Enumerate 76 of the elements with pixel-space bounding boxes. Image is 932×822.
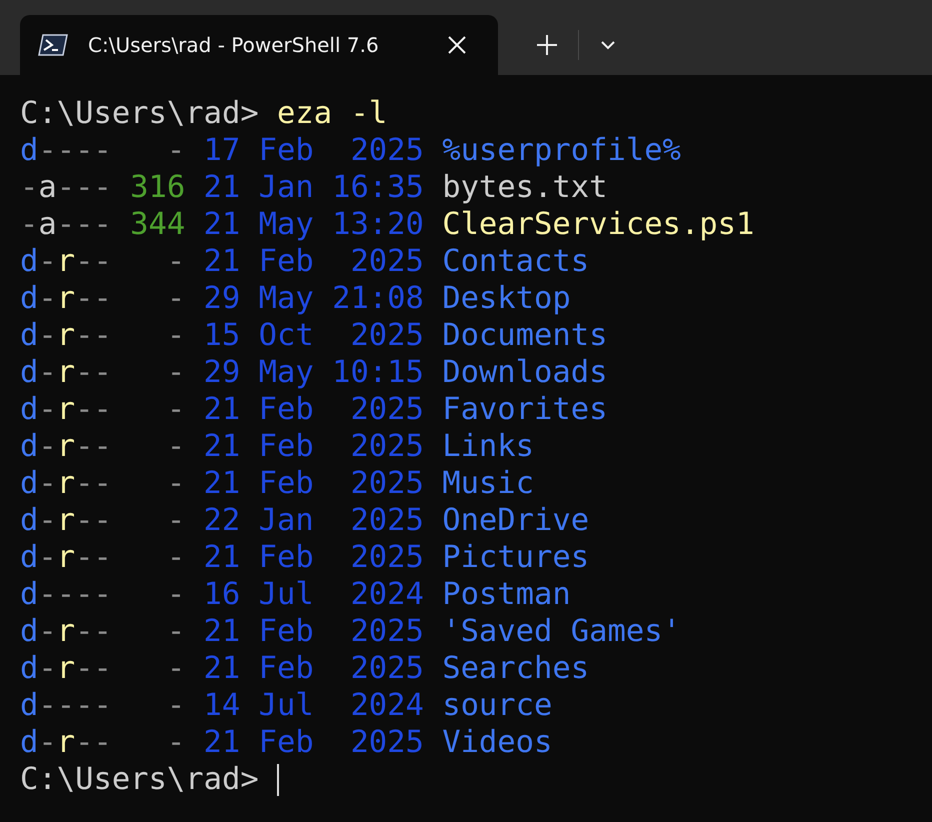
size-text: - bbox=[166, 502, 186, 539]
size-text: - bbox=[166, 317, 186, 354]
file-name: 'Saved Games' bbox=[442, 613, 681, 650]
size-text: - bbox=[166, 391, 186, 428]
file-name: OneDrive bbox=[442, 502, 590, 539]
date-text: 21 Feb 2025 bbox=[204, 243, 424, 280]
size-text: - bbox=[166, 280, 186, 317]
date-text: 21 Feb 2025 bbox=[204, 613, 424, 650]
permissions-text: d-r-- bbox=[20, 391, 112, 428]
permissions-text: d-r-- bbox=[20, 613, 112, 650]
size-text: - bbox=[166, 576, 186, 613]
permissions-text: -a--- bbox=[20, 169, 112, 206]
permissions-text: -a--- bbox=[20, 206, 112, 243]
permissions-text: d-r-- bbox=[20, 243, 112, 280]
size-text: - bbox=[166, 354, 186, 391]
permissions-text: d---- bbox=[20, 132, 112, 169]
date-text: 16 Jul 2024 bbox=[204, 576, 424, 613]
size-text: - bbox=[166, 539, 186, 576]
date-text: 21 Feb 2025 bbox=[204, 391, 424, 428]
prompt-text: C:\Users\rad> bbox=[20, 761, 259, 798]
file-name: Documents bbox=[442, 317, 608, 354]
permissions-text: d-r-- bbox=[20, 354, 112, 391]
size-text: - bbox=[166, 724, 186, 761]
date-text: 29 May 10:15 bbox=[204, 354, 424, 391]
size-text: 316 bbox=[130, 169, 186, 206]
date-text: 21 Feb 2025 bbox=[204, 650, 424, 687]
text-cursor bbox=[277, 764, 280, 796]
permissions-text: d---- bbox=[20, 687, 112, 724]
powershell-icon bbox=[38, 34, 68, 56]
size-text: - bbox=[166, 243, 186, 280]
permissions-text: d-r-- bbox=[20, 650, 112, 687]
permissions-text: d-r-- bbox=[20, 317, 112, 354]
plus-icon bbox=[536, 34, 558, 56]
permissions-text: d---- bbox=[20, 576, 112, 613]
close-icon[interactable] bbox=[446, 34, 468, 56]
file-name: Contacts bbox=[442, 243, 590, 280]
file-name: Postman bbox=[442, 576, 571, 613]
size-text: - bbox=[166, 650, 186, 687]
file-name: Searches bbox=[442, 650, 590, 687]
prompt-text: C:\Users\rad> bbox=[20, 95, 259, 132]
size-text: - bbox=[166, 132, 186, 169]
file-name: bytes.txt bbox=[442, 169, 608, 206]
file-name: Favorites bbox=[442, 391, 608, 428]
permissions-text: d-r-- bbox=[20, 428, 112, 465]
permissions-text: d-r-- bbox=[20, 502, 112, 539]
file-name: %userprofile% bbox=[442, 132, 681, 169]
date-text: 21 Feb 2025 bbox=[204, 465, 424, 502]
file-name: Desktop bbox=[442, 280, 571, 317]
date-text: 21 Feb 2025 bbox=[204, 724, 424, 761]
date-text: 21 Jan 16:35 bbox=[204, 169, 424, 206]
file-name: ClearServices.ps1 bbox=[442, 206, 754, 243]
file-name: Links bbox=[442, 428, 534, 465]
date-text: 22 Jan 2025 bbox=[204, 502, 424, 539]
date-text: 29 May 21:08 bbox=[204, 280, 424, 317]
file-name: Music bbox=[442, 465, 534, 502]
permissions-text: d-r-- bbox=[20, 465, 112, 502]
date-text: 21 Feb 2025 bbox=[204, 428, 424, 465]
size-text: - bbox=[166, 428, 186, 465]
permissions-text: d-r-- bbox=[20, 539, 112, 576]
date-text: 17 Feb 2025 bbox=[204, 132, 424, 169]
size-text: - bbox=[166, 465, 186, 502]
size-text: 344 bbox=[130, 206, 186, 243]
date-text: 21 May 13:20 bbox=[204, 206, 424, 243]
permissions-text: d-r-- bbox=[20, 280, 112, 317]
size-text: - bbox=[166, 613, 186, 650]
file-name: Pictures bbox=[442, 539, 590, 576]
date-text: 14 Jul 2024 bbox=[204, 687, 424, 724]
file-name: Downloads bbox=[442, 354, 608, 391]
file-name: Videos bbox=[442, 724, 552, 761]
command-text: eza -l bbox=[277, 95, 388, 132]
terminal-tab[interactable]: C:\Users\rad - PowerShell 7.6 bbox=[20, 15, 498, 75]
date-text: 15 Oct 2025 bbox=[204, 317, 424, 354]
file-name: source bbox=[442, 687, 552, 724]
date-text: 21 Feb 2025 bbox=[204, 539, 424, 576]
size-text: - bbox=[166, 687, 186, 724]
permissions-text: d-r-- bbox=[20, 724, 112, 761]
